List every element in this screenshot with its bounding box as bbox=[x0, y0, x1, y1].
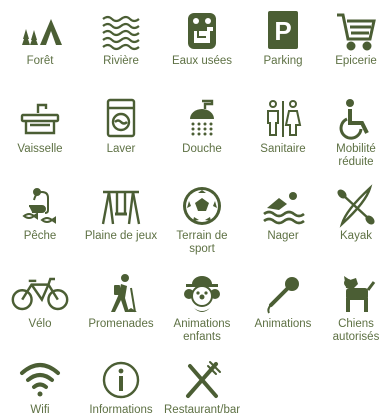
tents-trees-icon bbox=[2, 9, 78, 53]
amenity-item: Rivière bbox=[83, 9, 159, 68]
amenity-label: Terrain de sport bbox=[176, 230, 228, 255]
microphone-icon bbox=[245, 272, 321, 316]
amenity-item: Vaisselle bbox=[2, 97, 78, 156]
info-icon bbox=[83, 358, 159, 402]
waste-water-icon bbox=[164, 9, 240, 53]
amenity-label: Mobilité réduite bbox=[336, 143, 376, 168]
amenity-label: Chiens autorisés bbox=[332, 318, 380, 343]
swing-icon bbox=[83, 184, 159, 228]
amenity-item: Sanitaire bbox=[245, 97, 321, 156]
shower-icon bbox=[164, 97, 240, 141]
wheelchair-icon bbox=[318, 97, 388, 141]
washing-machine-icon bbox=[83, 97, 159, 141]
amenity-label: Parking bbox=[263, 55, 303, 67]
amenity-label: Pêche bbox=[23, 230, 57, 242]
sink-icon bbox=[2, 97, 78, 141]
amenity-item: Informations bbox=[83, 358, 159, 417]
amenity-item: Nager bbox=[245, 184, 321, 243]
amenity-item: Mobilité réduite bbox=[318, 97, 388, 169]
amenity-label: Plaine de jeux bbox=[84, 230, 158, 242]
amenity-label: Laver bbox=[106, 143, 136, 155]
amenity-label: Promenades bbox=[88, 318, 154, 330]
amenity-item: Eaux usées bbox=[164, 9, 240, 68]
amenity-item: Laver bbox=[83, 97, 159, 156]
kayak-icon bbox=[318, 184, 388, 228]
amenity-label: Vaisselle bbox=[17, 143, 63, 155]
amenity-label: Kayak bbox=[340, 230, 372, 242]
amenity-item: Chiens autorisés bbox=[318, 272, 388, 344]
amenity-item: Plaine de jeux bbox=[83, 184, 159, 243]
amenity-item: Kayak bbox=[318, 184, 388, 243]
amenity-item: Promenades bbox=[83, 272, 159, 331]
amenity-label: Epicerie bbox=[335, 55, 377, 67]
bicycle-icon bbox=[2, 272, 78, 316]
shopping-cart-icon bbox=[318, 9, 388, 53]
amenity-label: Informations bbox=[89, 404, 153, 416]
svg-text:P: P bbox=[274, 16, 291, 46]
amenity-label: Forêt bbox=[26, 55, 54, 67]
restroom-icon bbox=[245, 97, 321, 141]
amenity-item: Animations enfants bbox=[164, 272, 240, 344]
soccer-ball-icon bbox=[164, 184, 240, 228]
hiker-icon bbox=[83, 272, 159, 316]
amenity-label: Eaux usées bbox=[171, 55, 233, 67]
amenity-item: Restaurant/bar bbox=[164, 358, 240, 417]
dog-icon bbox=[318, 272, 388, 316]
clown-icon bbox=[164, 272, 240, 316]
wifi-icon bbox=[2, 358, 78, 402]
swimmer-icon bbox=[245, 184, 321, 228]
amenity-label: Nager bbox=[267, 230, 299, 242]
parking-icon: P bbox=[245, 9, 321, 53]
amenity-label: Rivière bbox=[103, 55, 139, 67]
amenity-label: Animations enfants bbox=[173, 318, 231, 343]
amenity-item: Terrain de sport bbox=[164, 184, 240, 256]
amenity-label: Douche bbox=[182, 143, 222, 155]
amenity-item: P Parking bbox=[245, 9, 321, 68]
amenity-item: Douche bbox=[164, 97, 240, 156]
amenity-item: Animations bbox=[245, 272, 321, 331]
amenity-item: Wifi bbox=[2, 358, 78, 417]
fishing-icon bbox=[2, 184, 78, 228]
amenity-label: Vélo bbox=[28, 318, 52, 330]
amenity-label: Restaurant/bar bbox=[164, 404, 241, 416]
amenity-item: Forêt bbox=[2, 9, 78, 68]
amenity-label: Sanitaire bbox=[260, 143, 306, 155]
amenity-item: Epicerie bbox=[318, 9, 388, 68]
amenity-item: Pêche bbox=[2, 184, 78, 243]
amenity-item: Vélo bbox=[2, 272, 78, 331]
amenity-label: Animations bbox=[254, 318, 312, 330]
amenity-label: Wifi bbox=[30, 404, 50, 416]
waves-icon bbox=[83, 9, 159, 53]
fork-knife-icon bbox=[164, 358, 240, 402]
